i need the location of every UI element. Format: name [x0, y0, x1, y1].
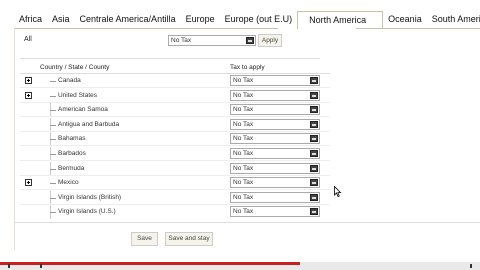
tax-select-value: No Tax: [233, 194, 254, 201]
player-control[interactable]: [470, 264, 472, 268]
table-row: Virgin Islands (U.S.) No Tax: [20, 205, 330, 219]
country-name: United States: [58, 92, 98, 99]
country-name: Antigua and Barbuda: [58, 121, 120, 128]
tree-connector: [50, 96, 56, 97]
tax-select-value: No Tax: [233, 135, 254, 142]
tab-south-america[interactable]: South America: [427, 11, 480, 29]
tab-africa[interactable]: Africa: [14, 11, 47, 29]
tax-select[interactable]: No Tax: [230, 133, 320, 144]
chevron-down-icon[interactable]: [310, 106, 318, 113]
tax-select-value: No Tax: [233, 165, 254, 172]
country-name: Barbados: [58, 150, 86, 157]
tree-connector: [50, 81, 56, 82]
tax-select[interactable]: No Tax: [230, 192, 320, 203]
tax-select-value: No Tax: [233, 92, 254, 99]
tree-connector: [50, 169, 56, 170]
column-header-country: Country / State / County: [40, 64, 110, 71]
tree-connector: [50, 212, 56, 213]
chevron-down-icon[interactable]: [310, 194, 318, 201]
table-row: Barbados No Tax: [20, 147, 330, 161]
row-divider: [20, 116, 330, 117]
video-progress[interactable]: [0, 262, 300, 265]
country-name: Canada: [58, 77, 81, 84]
tree-connector: [50, 183, 56, 184]
chevron-down-icon[interactable]: [310, 179, 318, 186]
tax-select[interactable]: No Tax: [230, 90, 320, 101]
table-row: American Samoa No Tax: [20, 103, 330, 117]
tax-select-value: No Tax: [233, 77, 254, 84]
chevron-down-icon[interactable]: [310, 165, 318, 172]
panel-border: [14, 28, 15, 250]
tax-select[interactable]: No Tax: [230, 206, 320, 217]
tree-connector: [50, 125, 56, 126]
region-tabs: Africa Asia Centrale America/Antilla Eur…: [14, 11, 480, 29]
tab-europe[interactable]: Europe: [181, 11, 220, 29]
tax-select-value: No Tax: [233, 121, 254, 128]
table-row: Canada No Tax: [20, 74, 330, 88]
row-divider: [20, 145, 330, 146]
table-row: Mexico No Tax: [20, 176, 330, 190]
table-row: Bahamas No Tax: [20, 132, 330, 146]
tab-europe-out-eu[interactable]: Europe (out E.U): [220, 11, 298, 29]
tax-select-value: No Tax: [233, 106, 254, 113]
table-row: Antigua and Barbuda No Tax: [20, 118, 330, 132]
chevron-down-icon[interactable]: [310, 121, 318, 128]
table-row: Bermuda No Tax: [20, 162, 330, 176]
tax-select[interactable]: No Tax: [230, 163, 320, 174]
table-row: United States No Tax: [20, 89, 330, 103]
tab-north-america[interactable]: North America: [297, 11, 384, 29]
tax-select[interactable]: No Tax: [230, 148, 320, 159]
tax-select[interactable]: No Tax: [230, 104, 320, 115]
tax-select[interactable]: No Tax: [230, 177, 320, 188]
tab-underline-right: [356, 28, 480, 29]
tree-connector: [50, 139, 56, 140]
tree-connector: [50, 110, 56, 111]
chevron-down-icon[interactable]: [310, 208, 318, 215]
column-header-tax: Tax to apply: [230, 64, 265, 71]
expand-plus-icon[interactable]: [25, 92, 32, 99]
save-button[interactable]: Save: [131, 232, 158, 246]
save-and-stay-button[interactable]: Save and stay: [165, 232, 213, 246]
chevron-down-icon[interactable]: [310, 92, 318, 99]
all-tax-select[interactable]: No Tax: [168, 35, 256, 46]
player-control[interactable]: [8, 264, 10, 268]
tax-select[interactable]: No Tax: [230, 119, 320, 130]
tax-select-value: No Tax: [233, 179, 254, 186]
country-name: Bahamas: [58, 135, 86, 142]
tab-central-america[interactable]: Centrale America/Antilla: [75, 11, 181, 29]
chevron-down-icon[interactable]: [310, 77, 318, 84]
row-divider: [20, 87, 330, 88]
country-name: Mexico: [58, 179, 79, 186]
expand-plus-icon[interactable]: [25, 77, 32, 84]
chevron-down-icon[interactable]: [246, 37, 254, 44]
expand-plus-icon[interactable]: [25, 179, 32, 186]
country-name: Virgin Islands (U.S.): [58, 208, 116, 215]
tab-oceania[interactable]: Oceania: [383, 11, 427, 29]
tax-select[interactable]: No Tax: [230, 75, 320, 86]
tax-select-value: No Tax: [233, 150, 254, 157]
row-divider: [20, 189, 330, 190]
tab-underline-left: [14, 28, 278, 29]
all-label: All: [24, 36, 32, 43]
divider: [14, 222, 480, 223]
chevron-down-icon[interactable]: [310, 150, 318, 157]
table-row: Virgin Islands (British) No Tax: [20, 191, 330, 205]
tree-connector: [50, 154, 56, 155]
tax-select-value: No Tax: [233, 208, 254, 215]
divider: [20, 58, 320, 59]
apply-button[interactable]: Apply: [258, 34, 282, 47]
tree-connector: [50, 198, 56, 199]
all-tax-select-value: No Tax: [171, 37, 192, 44]
row-divider: [20, 160, 330, 161]
chevron-down-icon[interactable]: [310, 135, 318, 142]
mouse-cursor-icon: [334, 186, 342, 198]
player-control[interactable]: [40, 264, 42, 268]
country-name: American Samoa: [58, 106, 108, 113]
country-name: Bermuda: [58, 165, 85, 172]
tab-asia[interactable]: Asia: [47, 11, 75, 29]
country-name: Virgin Islands (British): [58, 194, 122, 201]
